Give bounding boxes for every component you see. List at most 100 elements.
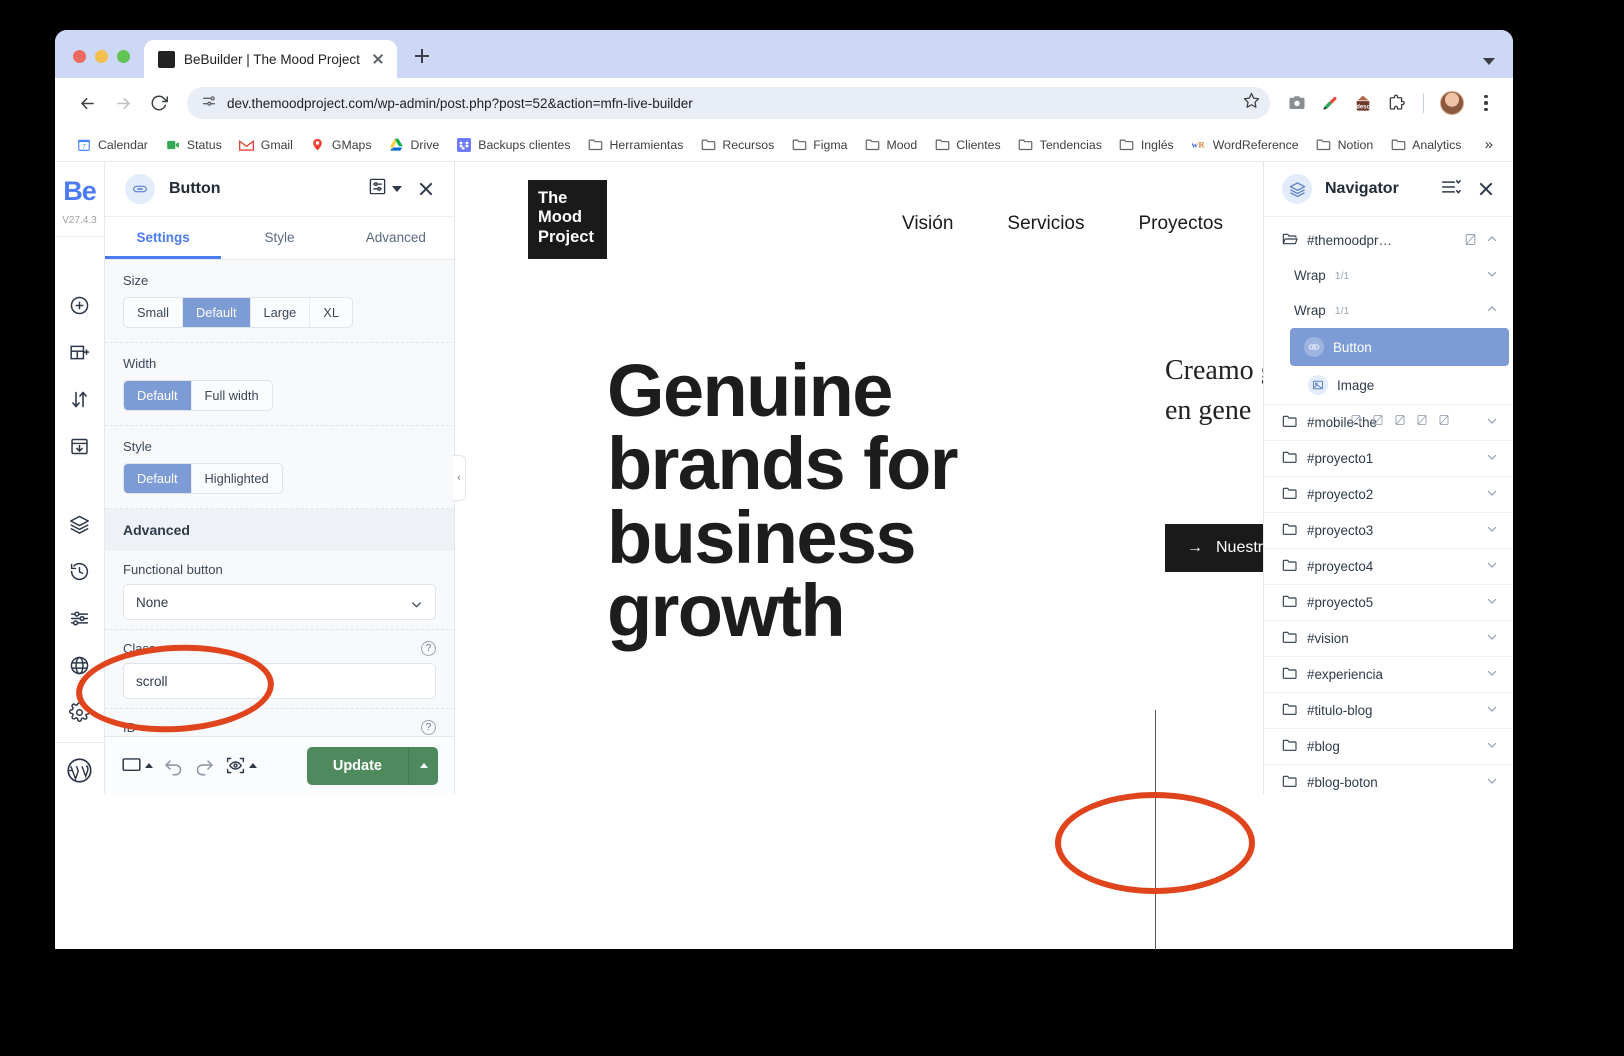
navigator-item-proyecto3[interactable]: #proyecto3	[1264, 512, 1513, 548]
desc-extension-icon[interactable]: desc	[1352, 92, 1374, 114]
hidden-icon[interactable]	[1372, 414, 1384, 429]
bookmark-clientes[interactable]: Clientes	[927, 133, 1007, 157]
save-template-icon[interactable]	[68, 434, 92, 458]
chevron-down-icon[interactable]	[1485, 414, 1499, 431]
chevron-down-icon[interactable]	[1485, 666, 1499, 683]
navigator-item-proyecto1[interactable]: #proyecto1	[1264, 440, 1513, 476]
tab-close-icon[interactable]	[369, 50, 387, 68]
close-icon[interactable]	[414, 177, 438, 201]
hidden-icon[interactable]	[1394, 414, 1406, 429]
functional-button-select[interactable]	[123, 584, 436, 620]
panel-scroll-area[interactable]: Size Small Default Large XL Width Defaul…	[105, 260, 454, 736]
bookmark-analytics[interactable]: Analytics	[1383, 133, 1468, 157]
site-nav-servicios[interactable]: Servicios	[1007, 213, 1084, 235]
width-option-default[interactable]: Default	[124, 381, 192, 410]
browser-tab[interactable]: BeBuilder | The Mood Project	[144, 40, 397, 78]
hidden-icon[interactable]	[1464, 233, 1477, 249]
class-input[interactable]	[123, 663, 436, 699]
site-nav-proyectos[interactable]: Proyectos	[1138, 213, 1222, 235]
navigator-item-wrap-2[interactable]: Wrap 1/1	[1264, 293, 1513, 328]
history-icon[interactable]	[68, 559, 92, 583]
update-button[interactable]: Update	[306, 746, 408, 785]
navigator-item-blog-boton[interactable]: #blog-boton	[1264, 764, 1513, 794]
chevron-down-icon[interactable]	[1485, 594, 1499, 611]
wordpress-icon[interactable]	[55, 742, 104, 794]
site-preview-canvas[interactable]: The Mood Project Visión Servicios Proyec…	[455, 162, 1263, 794]
chevron-up-icon[interactable]	[145, 763, 153, 768]
hidden-icon[interactable]	[1438, 414, 1450, 429]
hidden-icon[interactable]	[1416, 414, 1428, 429]
new-tab-icon[interactable]	[409, 43, 435, 69]
navigator-item-wrap-1[interactable]: Wrap 1/1	[1264, 258, 1513, 293]
chevron-up-icon[interactable]	[249, 763, 257, 768]
bookmark-gmaps[interactable]: GMaps	[303, 133, 379, 157]
navigator-item-vision[interactable]: #vision	[1264, 620, 1513, 656]
bookmark-gmail[interactable]: Gmail	[232, 133, 300, 157]
size-option-xl[interactable]: XL	[310, 298, 352, 327]
chevron-down-icon[interactable]	[1485, 702, 1499, 719]
bookmark-backups-clientes[interactable]: Backups clientes	[449, 133, 577, 157]
options-sliders-icon[interactable]	[68, 606, 92, 630]
hero-cta-button[interactable]: → Nuestro	[1165, 524, 1263, 572]
undo-icon[interactable]	[163, 755, 184, 776]
settings-gear-icon[interactable]	[68, 700, 92, 724]
reload-icon[interactable]	[143, 87, 175, 119]
bookmarks-overflow-icon[interactable]: »	[1479, 132, 1499, 157]
bookmark-herramientas[interactable]: Herramientas	[581, 133, 691, 157]
globe-icon[interactable]	[68, 653, 92, 677]
site-nav-vision[interactable]: Visión	[902, 213, 953, 235]
chevron-down-icon[interactable]	[1485, 267, 1499, 284]
site-settings-icon[interactable]	[201, 93, 217, 114]
screenshot-extension-icon[interactable]	[1286, 92, 1308, 114]
layers-icon[interactable]	[68, 512, 92, 536]
panel-layout-icon[interactable]	[368, 177, 387, 201]
star-icon[interactable]	[1243, 92, 1260, 114]
chevron-down-icon[interactable]	[1483, 58, 1495, 65]
style-option-default[interactable]: Default	[124, 464, 192, 493]
back-arrow-icon[interactable]	[71, 87, 103, 119]
navigator-item-themoodproject[interactable]: #themoodpr…	[1264, 223, 1513, 258]
close-icon[interactable]	[1474, 177, 1498, 201]
style-option-highlighted[interactable]: Highlighted	[192, 464, 282, 493]
update-options-button[interactable]	[408, 746, 438, 785]
add-element-icon[interactable]	[68, 293, 92, 317]
bookmark-notion[interactable]: Notion	[1309, 133, 1381, 157]
chevron-down-icon[interactable]	[1485, 738, 1499, 755]
user-avatar[interactable]	[1440, 91, 1464, 115]
chevron-down-icon[interactable]	[1485, 630, 1499, 647]
minimize-traffic-light[interactable]	[95, 50, 108, 63]
navigator-item-blog[interactable]: #blog	[1264, 728, 1513, 764]
navigator-item-titulo-blog[interactable]: #titulo-blog	[1264, 692, 1513, 728]
tab-advanced[interactable]: Advanced	[338, 217, 454, 259]
maximize-traffic-light[interactable]	[117, 50, 130, 63]
navigator-item-mobile-the[interactable]: #mobile-the	[1264, 404, 1513, 440]
chevron-down-icon[interactable]	[1485, 522, 1499, 539]
chevron-down-icon[interactable]	[1485, 558, 1499, 575]
navigator-item-image[interactable]: Image	[1264, 366, 1513, 404]
preview-eye-icon[interactable]	[225, 755, 257, 776]
chevron-down-icon[interactable]	[392, 186, 402, 192]
chevron-down-icon[interactable]	[1485, 486, 1499, 503]
bookmark-status[interactable]: Status	[158, 133, 229, 157]
size-option-small[interactable]: Small	[124, 298, 183, 327]
help-icon[interactable]: ?	[421, 641, 436, 656]
color-picker-extension-icon[interactable]	[1319, 92, 1341, 114]
navigator-item-proyecto5[interactable]: #proyecto5	[1264, 584, 1513, 620]
hidden-icon[interactable]	[1350, 414, 1362, 429]
hero-heading[interactable]: Genuine brands for business growth	[607, 354, 1037, 648]
navigator-item-button[interactable]: Button	[1290, 328, 1509, 366]
bookmark-ingles[interactable]: Inglés	[1112, 133, 1181, 157]
collapse-all-icon[interactable]	[1441, 178, 1461, 201]
site-logo[interactable]: The Mood Project	[528, 180, 607, 259]
navigator-item-experiencia[interactable]: #experiencia	[1264, 656, 1513, 692]
size-option-default[interactable]: Default	[183, 298, 251, 327]
width-option-full[interactable]: Full width	[192, 381, 272, 410]
tab-style[interactable]: Style	[221, 217, 337, 259]
bookmark-mood[interactable]: Mood	[857, 133, 924, 157]
navigator-item-proyecto4[interactable]: #proyecto4	[1264, 548, 1513, 584]
tab-settings[interactable]: Settings	[105, 217, 222, 259]
bookmark-recursos[interactable]: Recursos	[693, 133, 781, 157]
help-icon[interactable]: ?	[421, 720, 436, 735]
redo-icon[interactable]	[194, 755, 215, 776]
add-section-icon[interactable]	[68, 340, 92, 364]
